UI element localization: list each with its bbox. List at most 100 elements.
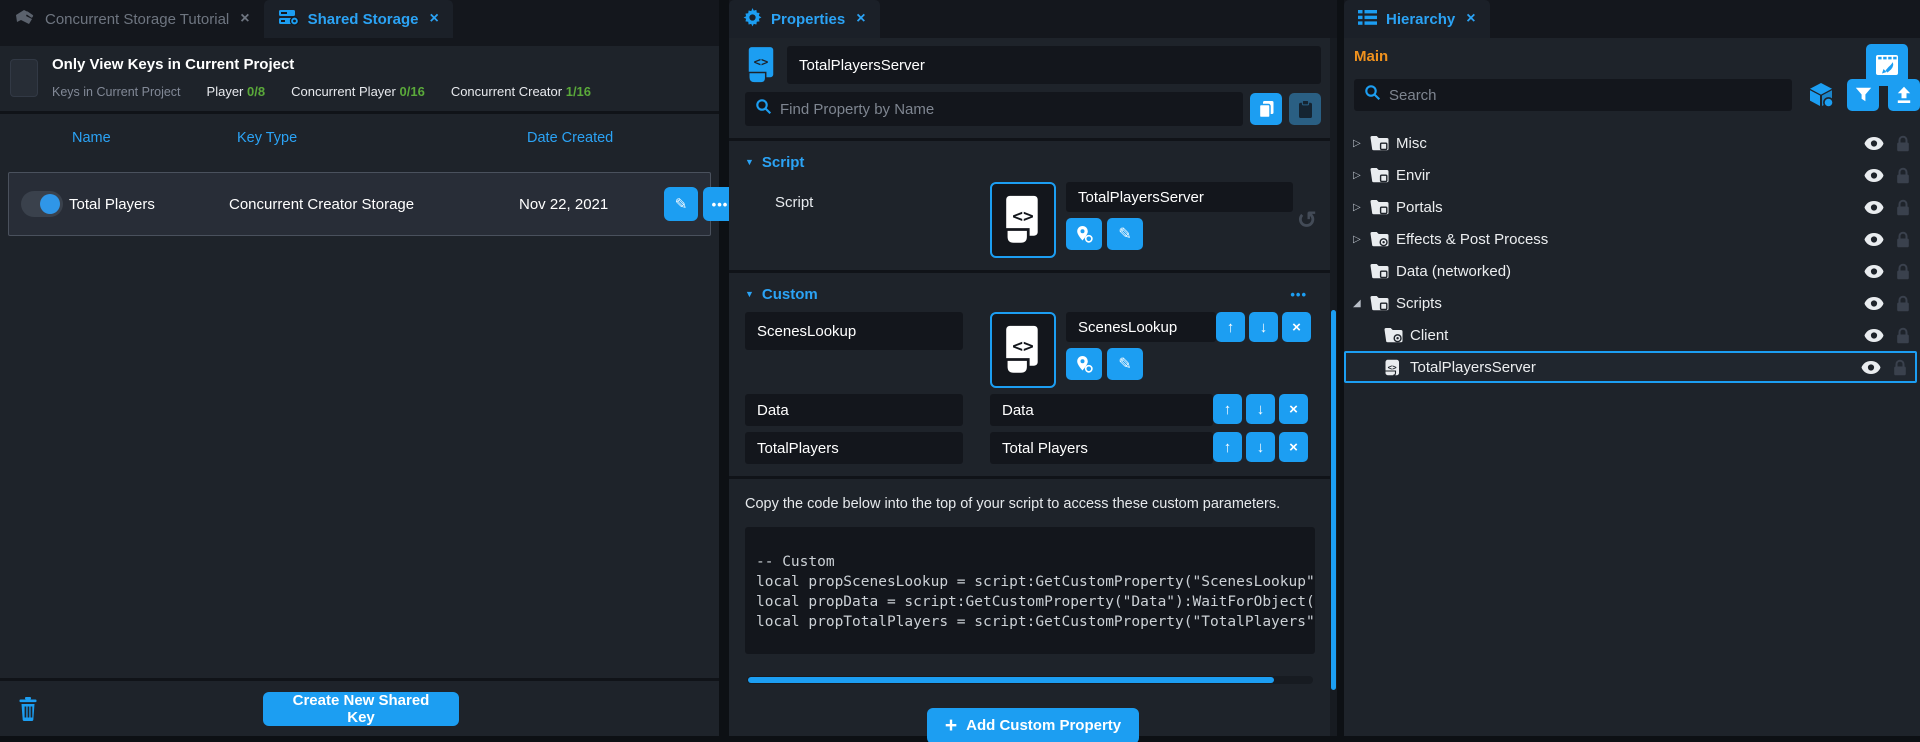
player-count-value: 0/8 xyxy=(247,84,265,99)
expander-collapsed-icon[interactable]: ▷ xyxy=(1353,170,1370,181)
visibility-eye-icon[interactable] xyxy=(1864,297,1884,310)
expander-collapsed-icon[interactable]: ▷ xyxy=(1353,138,1370,149)
custom-prop-value-input[interactable] xyxy=(990,394,1213,426)
remove-property-button[interactable]: × xyxy=(1279,432,1308,462)
key-enabled-toggle[interactable] xyxy=(21,191,63,217)
close-icon[interactable]: × xyxy=(429,10,438,28)
tab-hierarchy[interactable]: Hierarchy × xyxy=(1344,0,1490,38)
expander-expanded-icon[interactable]: ◢ xyxy=(1353,298,1370,309)
lock-icon[interactable] xyxy=(1896,295,1910,312)
only-current-project-checkbox[interactable] xyxy=(10,59,38,97)
script-asset-name[interactable]: TotalPlayersServer xyxy=(1066,182,1293,212)
hierarchy-item-label: Client xyxy=(1410,327,1448,344)
close-icon[interactable]: × xyxy=(240,10,249,28)
hierarchy-item-data-networked[interactable]: Data (networked) xyxy=(1344,255,1920,287)
folder-client-icon xyxy=(1384,327,1410,343)
script-section-header[interactable]: ▼ Script xyxy=(745,150,1321,174)
delete-key-button[interactable] xyxy=(18,697,38,721)
edit-script-button[interactable]: ✎ xyxy=(1107,218,1143,250)
visibility-eye-icon[interactable] xyxy=(1864,233,1884,246)
visibility-eye-icon[interactable] xyxy=(1861,361,1881,374)
ellipsis-icon: ••• xyxy=(712,197,729,212)
custom-code-helper-text: Copy the code below into the top of your… xyxy=(745,496,1297,514)
custom-prop-name-input[interactable] xyxy=(745,394,963,426)
lock-icon[interactable] xyxy=(1896,135,1910,152)
column-header-date-created[interactable]: Date Created xyxy=(527,130,707,146)
visibility-eye-icon[interactable] xyxy=(1864,329,1884,342)
reset-property-icon[interactable]: ↺ xyxy=(1297,206,1321,235)
hierarchy-item-scripts[interactable]: ◢ Scripts xyxy=(1344,287,1920,319)
lock-icon[interactable] xyxy=(1896,263,1910,280)
edit-asset-button[interactable]: ✎ xyxy=(1107,348,1143,380)
visibility-eye-icon[interactable] xyxy=(1864,169,1884,182)
move-down-button[interactable]: ↓ xyxy=(1249,312,1278,342)
edit-key-button[interactable]: ✎ xyxy=(664,187,698,221)
lock-icon[interactable] xyxy=(1896,327,1910,344)
visibility-eye-icon[interactable] xyxy=(1864,137,1884,150)
custom-prop-name-input[interactable] xyxy=(745,432,963,464)
publish-scene-button[interactable] xyxy=(1866,44,1908,86)
player-counter: Player 0/8 xyxy=(207,84,266,99)
move-up-button[interactable]: ↑ xyxy=(1213,394,1242,424)
custom-prop-value-input[interactable] xyxy=(990,432,1213,464)
move-down-button[interactable]: ↓ xyxy=(1246,432,1275,462)
tab-properties[interactable]: Properties × xyxy=(729,0,880,38)
left-tabbar: Concurrent Storage Tutorial × Shared Sto… xyxy=(0,0,719,38)
add-custom-property-button[interactable]: + Add Custom Property xyxy=(927,708,1139,742)
hierarchy-item-label: Misc xyxy=(1396,135,1427,152)
lock-icon[interactable] xyxy=(1896,167,1910,184)
object-cube-icon[interactable] xyxy=(1808,82,1835,108)
hierarchy-search-box[interactable] xyxy=(1354,79,1792,111)
property-search-input[interactable] xyxy=(780,101,1233,118)
custom-section-options-icon[interactable]: ••• xyxy=(1290,287,1321,302)
custom-prop-name-input[interactable] xyxy=(745,312,963,350)
custom-property-row: ↑ ↓ × xyxy=(745,432,1321,464)
lock-icon[interactable] xyxy=(1896,199,1910,216)
move-down-button[interactable]: ↓ xyxy=(1246,394,1275,424)
expander-collapsed-icon[interactable]: ▷ xyxy=(1353,202,1370,213)
paste-properties-button[interactable] xyxy=(1289,93,1321,125)
section-divider xyxy=(729,138,1337,141)
close-icon[interactable]: × xyxy=(1466,10,1475,28)
column-header-name[interactable]: Name xyxy=(72,130,237,146)
hierarchy-item-envir[interactable]: ▷ Envir xyxy=(1344,159,1920,191)
find-in-project-button[interactable] xyxy=(1066,218,1102,250)
column-header-key-type[interactable]: Key Type xyxy=(237,130,527,146)
expander-collapsed-icon[interactable]: ▷ xyxy=(1353,234,1370,245)
scene-name-label: Main xyxy=(1354,48,1920,65)
shared-key-row[interactable]: Total Players Concurrent Creator Storage… xyxy=(8,172,711,236)
hierarchy-item-effects-post-process[interactable]: ▷ Effects & Post Process xyxy=(1344,223,1920,255)
vertical-scrollbar-thumb[interactable] xyxy=(1331,310,1336,690)
object-name-input[interactable] xyxy=(787,46,1321,84)
hierarchy-item-misc[interactable]: ▷ Misc xyxy=(1344,127,1920,159)
create-new-shared-key-button[interactable]: Create New Shared Key xyxy=(263,692,459,726)
copy-properties-button[interactable] xyxy=(1250,93,1282,125)
move-up-button[interactable]: ↑ xyxy=(1213,432,1242,462)
lock-icon[interactable] xyxy=(1893,359,1907,376)
remove-property-button[interactable]: × xyxy=(1282,312,1311,342)
hierarchy-item-client[interactable]: Client xyxy=(1344,319,1920,351)
hierarchy-item-label: Data (networked) xyxy=(1396,263,1511,280)
tab-shared-storage[interactable]: Shared Storage × xyxy=(264,0,453,38)
lock-icon[interactable] xyxy=(1896,231,1910,248)
script-asset-thumbnail[interactable]: <> xyxy=(990,182,1056,258)
visibility-eye-icon[interactable] xyxy=(1864,201,1884,214)
asset-thumbnail[interactable]: <> xyxy=(990,312,1056,388)
tab-concurrent-storage-tutorial[interactable]: Concurrent Storage Tutorial × xyxy=(0,0,264,38)
gear-icon xyxy=(743,8,762,31)
visibility-eye-icon[interactable] xyxy=(1864,265,1884,278)
remove-property-button[interactable]: × xyxy=(1279,394,1308,424)
svg-text:<>: <> xyxy=(1012,336,1033,357)
move-up-button[interactable]: ↑ xyxy=(1216,312,1245,342)
hierarchy-item-portals[interactable]: ▷ Portals xyxy=(1344,191,1920,223)
custom-prop-asset-name[interactable]: ScenesLookup xyxy=(1066,312,1216,342)
horizontal-scrollbar[interactable] xyxy=(747,676,1313,684)
hierarchy-search-input[interactable] xyxy=(1389,87,1782,104)
find-in-project-button[interactable] xyxy=(1066,348,1102,380)
custom-section-header[interactable]: ▼ Custom ••• xyxy=(745,282,1321,306)
hierarchy-item-totalplayersserver[interactable]: <> TotalPlayersServer xyxy=(1344,351,1917,383)
close-icon[interactable]: × xyxy=(856,10,865,28)
property-search-box[interactable] xyxy=(745,92,1243,126)
vertical-scrollbar[interactable] xyxy=(1330,38,1337,736)
horizontal-scrollbar-thumb[interactable] xyxy=(748,677,1274,683)
